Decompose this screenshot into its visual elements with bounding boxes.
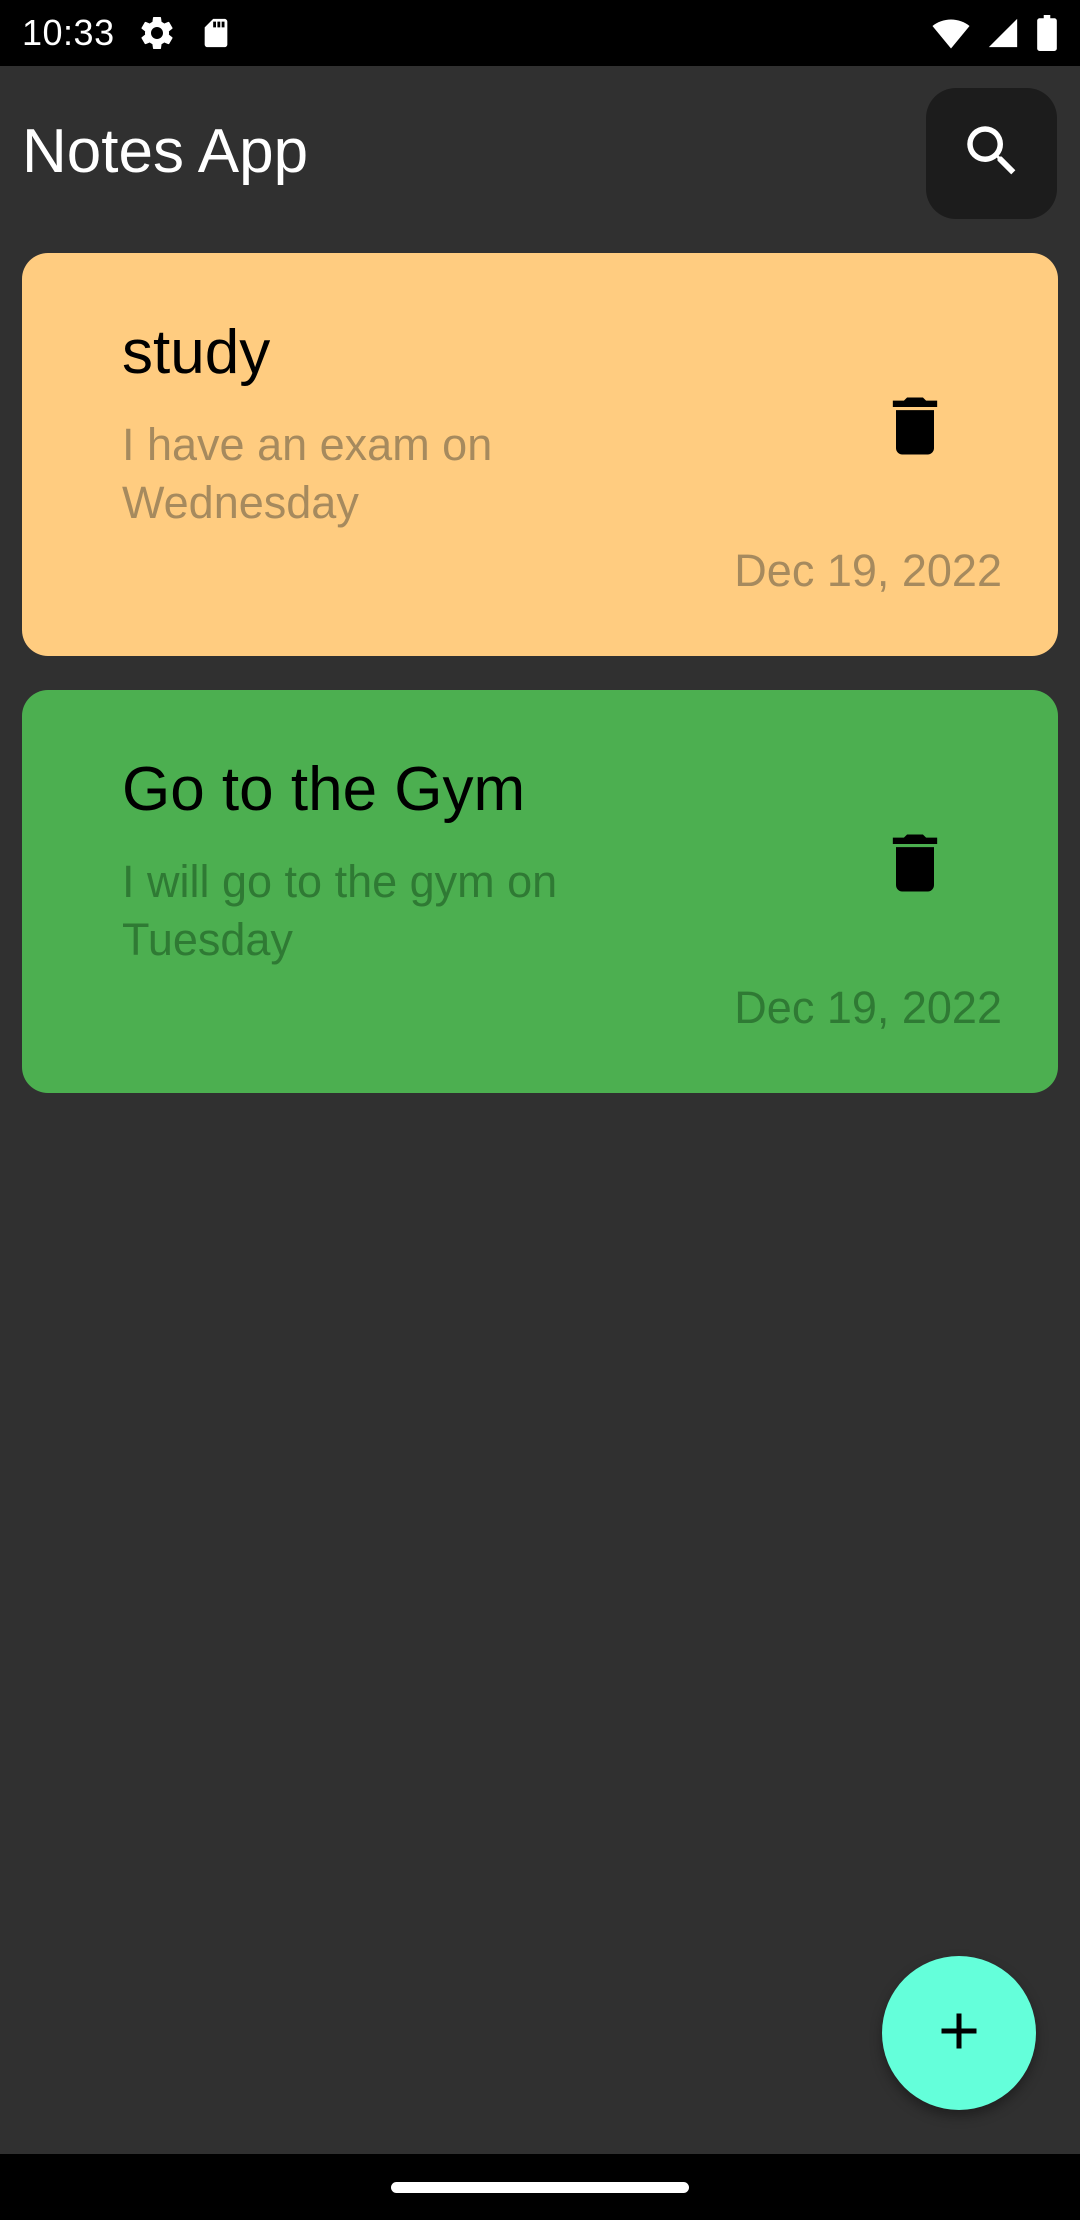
note-title: Go to the Gym [122, 755, 526, 824]
signal-icon [986, 16, 1020, 50]
add-note-button[interactable] [882, 1956, 1036, 2110]
trash-icon [877, 825, 953, 906]
sd-card-icon [199, 14, 233, 52]
notes-screen: 10:33 Notes App study I have an exam on … [0, 0, 1080, 2220]
status-system-icons [932, 15, 1058, 51]
page-title: Notes App [22, 117, 309, 186]
note-date: Dec 19, 2022 [734, 545, 1002, 596]
app-bar: Notes App [0, 66, 1080, 241]
delete-note-button[interactable] [860, 373, 970, 483]
search-button[interactable] [926, 88, 1057, 219]
note-card[interactable]: study I have an exam on Wednesday Dec 19… [22, 253, 1058, 656]
battery-icon [1036, 15, 1058, 51]
status-bar: 10:33 [0, 0, 1080, 66]
notes-list: study I have an exam on Wednesday Dec 19… [22, 253, 1058, 1127]
note-body: I will go to the gym on Tuesday [122, 856, 558, 965]
home-indicator[interactable] [391, 2181, 689, 2193]
wifi-icon [932, 16, 970, 50]
trash-icon [877, 388, 953, 469]
settings-icon [137, 13, 177, 53]
status-notification-icons [137, 13, 233, 53]
note-body: I have an exam on Wednesday [122, 419, 493, 528]
note-title: study [122, 318, 271, 387]
navigation-bar [0, 2154, 1080, 2220]
plus-icon [929, 2001, 989, 2066]
status-time: 10:33 [22, 12, 115, 53]
search-icon [959, 118, 1025, 189]
note-date: Dec 19, 2022 [734, 982, 1002, 1033]
delete-note-button[interactable] [860, 810, 970, 920]
note-card[interactable]: Go to the Gym I will go to the gym on Tu… [22, 690, 1058, 1093]
